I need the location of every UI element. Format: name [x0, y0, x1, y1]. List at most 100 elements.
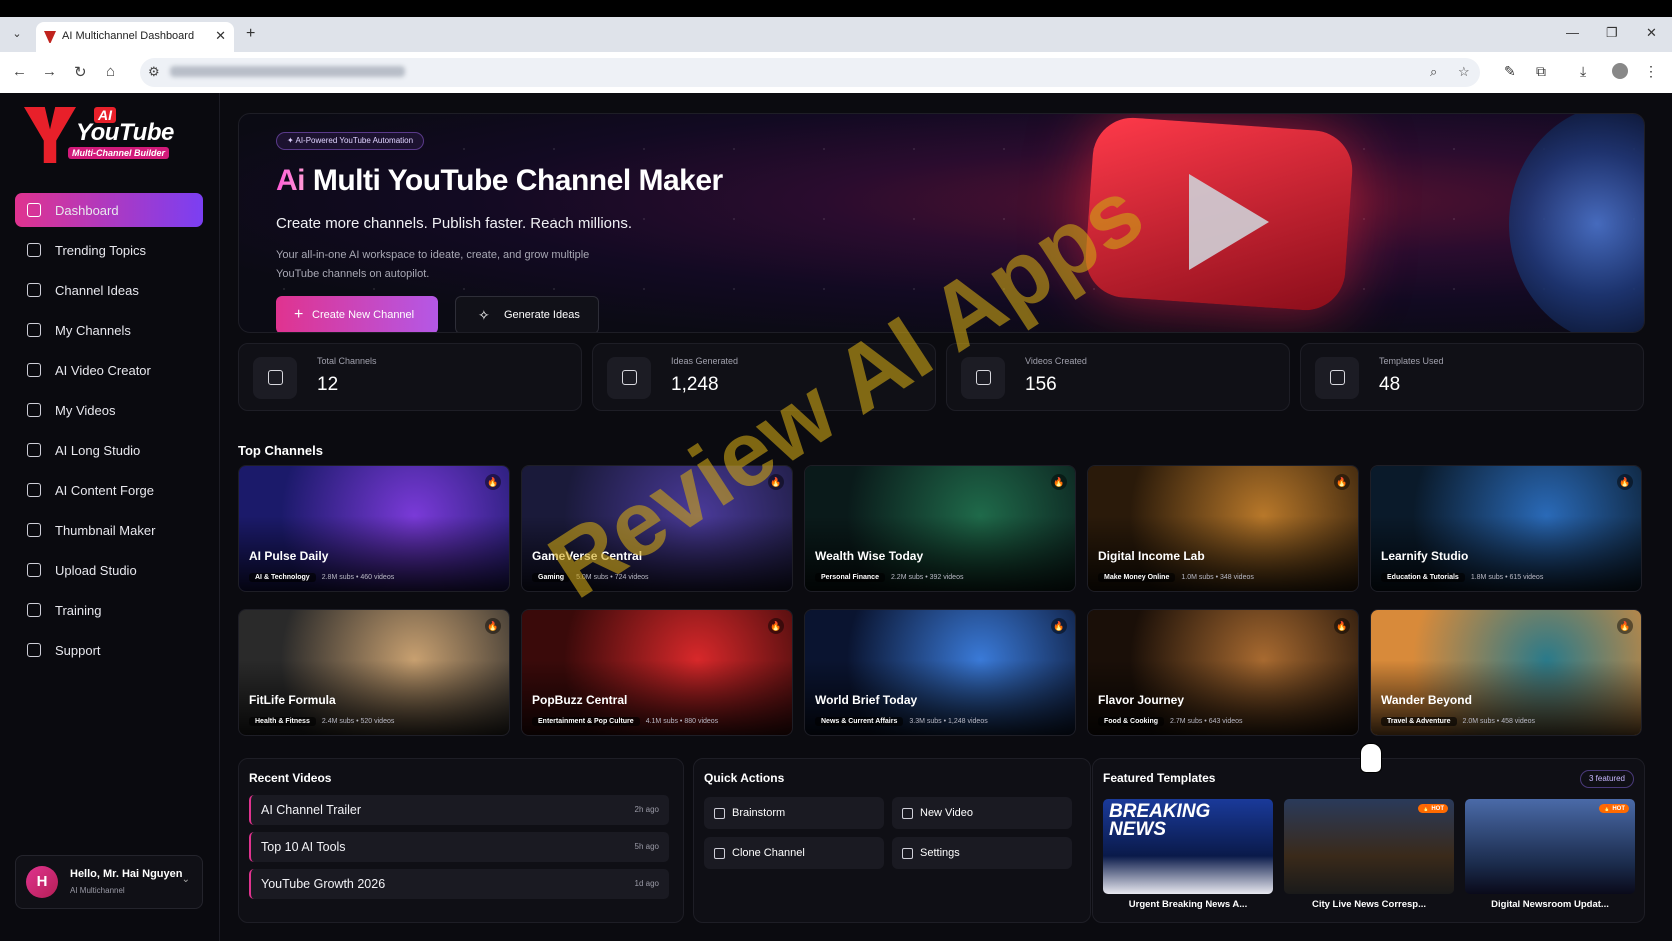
- channel-subs: 2.2M subs: [890, 574, 924, 581]
- channel-category: Food & Cooking: [1098, 717, 1165, 726]
- quick-action-clone-channel[interactable]: Clone Channel: [704, 837, 884, 869]
- sidebar-item-my-videos[interactable]: My Videos: [15, 393, 203, 427]
- channel-card[interactable]: 🔥 World Brief Today News & Current Affairs…: [804, 609, 1076, 736]
- hero-title-rest: Multi YouTube Channel Maker: [305, 164, 723, 197]
- channel-card[interactable]: 🔥 AI Pulse Daily AI & Technology 2.8M subs …: [238, 465, 510, 592]
- sidebar-item-ai-long-studio[interactable]: AI Long Studio: [15, 433, 203, 467]
- quick-action-label: Brainstorm: [732, 807, 786, 819]
- channel-meta: Personal Finance 2.2M subs • 392 videos: [815, 573, 963, 582]
- generate-ideas-button[interactable]: ✧ Generate Ideas: [455, 296, 599, 332]
- channel-card[interactable]: 🔥 Learnify Studio Education & Tutorials 1.8…: [1370, 465, 1642, 592]
- quick-actions-title: Quick Actions: [704, 771, 785, 785]
- sidebar-item-my-channels[interactable]: My Channels: [15, 313, 203, 347]
- template-name: Digital Newsroom Updat...: [1491, 899, 1609, 910]
- channel-card[interactable]: 🔥 Wander Beyond Travel & Adventure 2.0M sub…: [1370, 609, 1642, 736]
- featured-templates-title: Featured Templates: [1103, 771, 1216, 785]
- new-tab-icon[interactable]: +: [246, 25, 255, 43]
- channel-meta: Health & Fitness 2.4M subs • 520 videos: [249, 717, 395, 726]
- user-greeting: Hello, Mr. Hai Nguyen: [70, 868, 183, 880]
- quick-action-brainstorm[interactable]: Brainstorm: [704, 797, 884, 829]
- channel-card[interactable]: 🔥 Flavor Journey Food & Cooking 2.7M subs •…: [1087, 609, 1359, 736]
- upload-icon: [27, 563, 41, 577]
- sidebar-item-label: Thumbnail Maker: [55, 522, 156, 538]
- recent-video-item[interactable]: Top 10 AI Tools 5h ago: [249, 832, 669, 862]
- wand-icon: [714, 808, 725, 819]
- menu-dots-icon[interactable]: ⋮: [1644, 63, 1658, 80]
- logo-subtitle: Multi-Channel Builder: [68, 147, 169, 159]
- headset-icon: [27, 643, 41, 657]
- channel-videos: 520 videos: [360, 718, 395, 725]
- channel-subs: 2.0M subs: [1462, 718, 1495, 725]
- restore-icon[interactable]: ❐: [1606, 25, 1618, 41]
- sidebar-item-thumbnail-maker[interactable]: Thumbnail Maker: [15, 513, 203, 547]
- close-window-icon[interactable]: ✕: [1646, 25, 1657, 41]
- home-icon[interactable]: ⌂: [106, 63, 115, 80]
- hand-cursor-icon: [1360, 743, 1382, 773]
- quick-action-new-video[interactable]: New Video: [892, 797, 1072, 829]
- browser-tab[interactable]: AI Multichannel Dashboard ✕: [36, 22, 234, 52]
- browser-toolbar: ← → ↻ ⌂ ⚙ ⌕ ☆ ✎ ⧉ ⤓ ⋮: [0, 52, 1672, 93]
- site-info-icon[interactable]: ⚙: [148, 64, 160, 80]
- sidebar-item-channel-ideas[interactable]: Channel Ideas: [15, 273, 203, 307]
- channel-subs: 5.0M subs: [576, 574, 609, 581]
- channel-category: Education & Tutorials: [1381, 573, 1465, 582]
- extensions-icon[interactable]: ⧉: [1536, 63, 1546, 80]
- tab-title: AI Multichannel Dashboard: [62, 30, 195, 42]
- stat-icon-box: [1315, 357, 1359, 399]
- hero-title-accent: Ai: [276, 164, 306, 197]
- profile-avatar[interactable]: [1612, 63, 1628, 79]
- sidebar-item-label: My Videos: [55, 402, 116, 418]
- quick-action-label: Settings: [920, 847, 960, 859]
- sidebar-item-label: Support: [55, 642, 101, 658]
- stat-value: 48: [1379, 374, 1401, 395]
- channel-category: Gaming: [532, 573, 571, 582]
- extension-pen-icon[interactable]: ✎: [1504, 63, 1516, 80]
- back-icon[interactable]: ←: [12, 63, 27, 80]
- channel-card[interactable]: 🔥 Wealth Wise Today Personal Finance 2.2M s…: [804, 465, 1076, 592]
- template-thumbnail: BREAKING NEWS: [1103, 799, 1273, 894]
- channel-card[interactable]: 🔥 FitLife Formula Health & Fitness 2.4M sub…: [238, 609, 510, 736]
- address-bar[interactable]: ⚙ ⌕ ☆: [140, 58, 1480, 87]
- download-icon[interactable]: ⤓: [1580, 63, 1586, 80]
- sidebar-item-label: AI Video Creator: [55, 362, 151, 378]
- fire-icon: 🔥: [1617, 474, 1633, 490]
- sidebar-item-training[interactable]: Training: [15, 593, 203, 627]
- hero-banner: ✦ AI-Powered YouTube Automation Ai Multi…: [238, 113, 1645, 333]
- template-card[interactable]: 🔥 HOT Digital Newsroom Updat...: [1465, 799, 1635, 914]
- template-card[interactable]: 🔥 HOT City Live News Corresp...: [1284, 799, 1454, 914]
- zoom-icon[interactable]: ⌕: [1430, 64, 1437, 80]
- create-new-channel-button[interactable]: + Create New Channel: [276, 296, 438, 332]
- template-card[interactable]: BREAKING NEWS Urgent Breaking News A...: [1103, 799, 1273, 914]
- tab-search-icon[interactable]: ⌄: [8, 25, 26, 43]
- chevron-down-icon[interactable]: ⌄: [182, 874, 190, 885]
- reload-icon[interactable]: ↻: [74, 63, 87, 81]
- recent-video-item[interactable]: AI Channel Trailer 2h ago: [249, 795, 669, 825]
- quick-action-settings[interactable]: Settings: [892, 837, 1072, 869]
- bookmark-star-icon[interactable]: ☆: [1458, 64, 1470, 80]
- sidebar-item-support[interactable]: Support: [15, 633, 203, 667]
- user-role: AI Multichannel: [70, 886, 125, 895]
- channel-card[interactable]: 🔥 GameVerse Central Gaming 5.0M subs • 724 …: [521, 465, 793, 592]
- user-card[interactable]: H Hello, Mr. Hai Nguyen AI Multichannel …: [15, 855, 203, 909]
- template-overlay-text: BREAKING NEWS: [1109, 801, 1211, 840]
- channel-card[interactable]: 🔥 PopBuzz Central Entertainment & Pop Cult…: [521, 609, 793, 736]
- sidebar-item-ai-video-creator[interactable]: AI Video Creator: [15, 353, 203, 387]
- sidebar-item-ai-content-forge[interactable]: AI Content Forge: [15, 473, 203, 507]
- recent-video-title: YouTube Growth 2026: [261, 877, 386, 891]
- tab-close-icon[interactable]: ✕: [215, 28, 226, 44]
- sidebar-item-upload-studio[interactable]: Upload Studio: [15, 553, 203, 587]
- copy-icon: [714, 848, 725, 859]
- minimize-icon[interactable]: —: [1566, 25, 1579, 40]
- quick-action-label: New Video: [920, 807, 973, 819]
- sidebar-item-label: Training: [55, 602, 102, 618]
- forward-icon[interactable]: →: [42, 63, 57, 80]
- channel-card[interactable]: 🔥 Digital Income Lab Make Money Online 1.0M…: [1087, 465, 1359, 592]
- fire-icon: 🔥: [485, 618, 501, 634]
- image-icon: [27, 523, 41, 537]
- channel-category: AI & Technology: [249, 573, 316, 582]
- sidebar-item-trending-topics[interactable]: Trending Topics: [15, 233, 203, 267]
- recent-video-item[interactable]: YouTube Growth 2026 1d ago: [249, 869, 669, 899]
- fire-icon: 🔥: [1617, 618, 1633, 634]
- channel-name: Wealth Wise Today: [815, 549, 924, 563]
- sidebar-item-dashboard[interactable]: Dashboard: [15, 193, 203, 227]
